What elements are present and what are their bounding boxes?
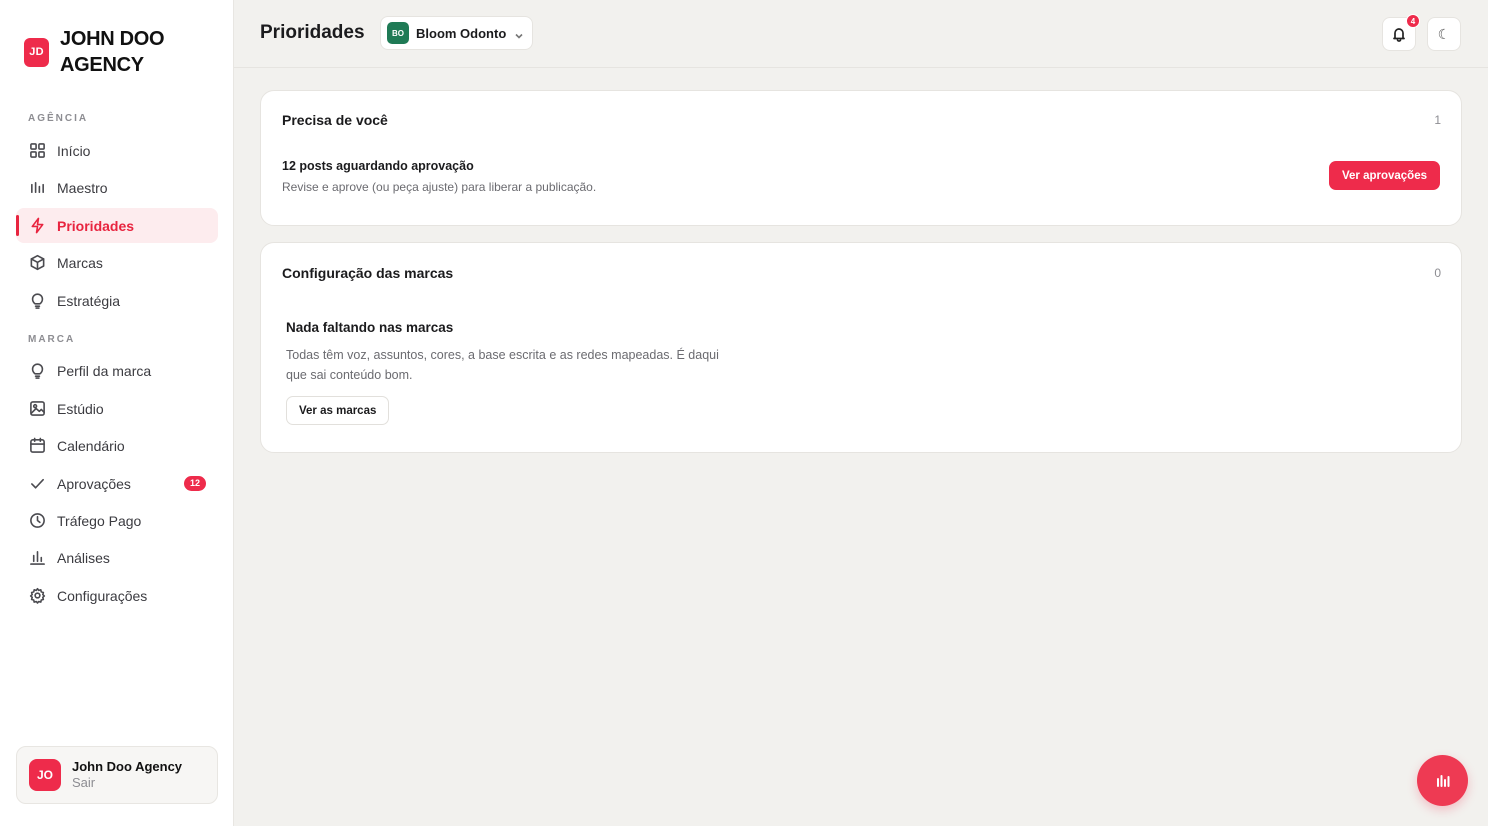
sidebar-item-prioridades[interactable]: Prioridades — [16, 208, 218, 243]
sidebar-item-label: Início — [57, 142, 91, 159]
user-card[interactable]: JO John Doo Agency Sair — [16, 746, 218, 804]
view-approvals-button[interactable]: Ver aprovações — [1328, 161, 1440, 190]
avatar: JO — [29, 759, 61, 791]
sidebar-item-perfil-da-marca[interactable]: Perfil da marca — [16, 353, 218, 388]
floating-action-button[interactable] — [1417, 755, 1468, 806]
sidebar-item-configuracoes[interactable]: Configurações — [16, 578, 218, 613]
user-name: John Doo Agency — [72, 759, 183, 774]
sidebar-item-maestro[interactable]: Maestro — [16, 170, 218, 205]
user-meta: John Doo Agency Sair — [72, 759, 182, 791]
card-title: Precisa de você — [282, 112, 388, 128]
notifications-badge: 4 — [1406, 14, 1420, 28]
sidebar-item-label: Tráfego Pago — [57, 512, 142, 529]
section-label-agencia: AGÊNCIA — [28, 113, 89, 124]
sidebar-item-label: Marcas — [57, 254, 103, 271]
pending-item-title: 12 posts aguardando aprovação — [282, 159, 474, 173]
sidebar-item-aprovacoes[interactable]: Aprovações 12 — [16, 466, 218, 501]
sidebar-item-inicio[interactable]: Início — [16, 133, 218, 168]
image-icon — [28, 400, 46, 418]
sidebar-item-estudio[interactable]: Estúdio — [16, 391, 218, 426]
gear-icon — [28, 587, 46, 605]
chart-icon — [28, 549, 46, 567]
lightbulb-icon — [28, 292, 46, 310]
pending-item-description: Revise e aprove (ou peça ajuste) para li… — [282, 180, 597, 194]
chevron-down-icon — [514, 28, 524, 39]
bell-icon — [1391, 26, 1407, 42]
sidebar-item-marcas[interactable]: Marcas — [16, 245, 218, 280]
empty-state-title: Nada faltando nas marcas — [286, 320, 454, 335]
top-header: Prioridades BO Bloom Odonto 4 ☾ — [234, 0, 1488, 68]
brand-avatar: BO — [387, 22, 409, 44]
sidebar-item-label: Maestro — [57, 179, 108, 196]
card-count: 0 — [1434, 266, 1441, 280]
bars-icon — [28, 179, 46, 197]
agency-name: JOHN DOO AGENCY — [60, 28, 165, 76]
sidebar-item-label: Prioridades — [57, 217, 135, 234]
sidebar-item-label: Calendário — [57, 437, 125, 454]
brand-selector[interactable]: BO Bloom Odonto — [380, 16, 533, 50]
sidebar-item-label: Aprovações — [57, 475, 131, 492]
card-title: Configuração das marcas — [282, 265, 454, 281]
card-count: 1 — [1434, 113, 1441, 127]
grid-icon — [28, 142, 46, 160]
sidebar-item-calendario[interactable]: Calendário — [16, 428, 218, 463]
calendar-icon — [28, 437, 46, 455]
page-title: Prioridades — [260, 22, 365, 43]
lightbulb-icon — [28, 362, 46, 380]
agency-logo: JD — [24, 37, 49, 67]
agency-brand[interactable]: JD JOHN DOO AGENCY — [24, 26, 190, 78]
view-brands-button[interactable]: Ver as marcas — [286, 396, 390, 425]
approvals-count-badge: 12 — [183, 476, 206, 491]
check-icon — [28, 475, 46, 493]
sidebar-item-label: Estratégia — [57, 292, 121, 309]
bars-icon — [1433, 771, 1453, 791]
brand-config-card: Configuração das marcas 0 Nada faltando … — [260, 242, 1462, 453]
sidebar: JD JOHN DOO AGENCY AGÊNCIA Início Maestr… — [0, 0, 234, 826]
clock-icon — [28, 512, 46, 530]
sidebar-item-label: Análises — [57, 549, 110, 566]
theme-toggle-button[interactable]: ☾ — [1427, 17, 1461, 51]
empty-state-description: Todas têm voz, assuntos, cores, a base e… — [286, 348, 719, 382]
needs-you-card: Precisa de você 1 12 posts aguardando ap… — [260, 90, 1462, 226]
moon-icon: ☾ — [1437, 25, 1451, 42]
sidebar-item-analises[interactable]: Análises — [16, 540, 218, 575]
bolt-icon — [28, 217, 46, 235]
section-label-marca: MARCA — [28, 334, 76, 345]
sidebar-item-label: Perfil da marca — [57, 362, 152, 379]
brand-selector-name: Bloom Odonto — [416, 25, 507, 41]
logout-link[interactable]: Sair — [72, 775, 182, 791]
notifications-button[interactable]: 4 — [1382, 14, 1420, 51]
sidebar-item-estrategia[interactable]: Estratégia — [16, 283, 218, 318]
box-icon — [28, 254, 46, 272]
sidebar-item-trafego-pago[interactable]: Tráfego Pago — [16, 503, 218, 538]
sidebar-item-label: Estúdio — [57, 400, 104, 417]
sidebar-item-label: Configurações — [57, 587, 148, 604]
